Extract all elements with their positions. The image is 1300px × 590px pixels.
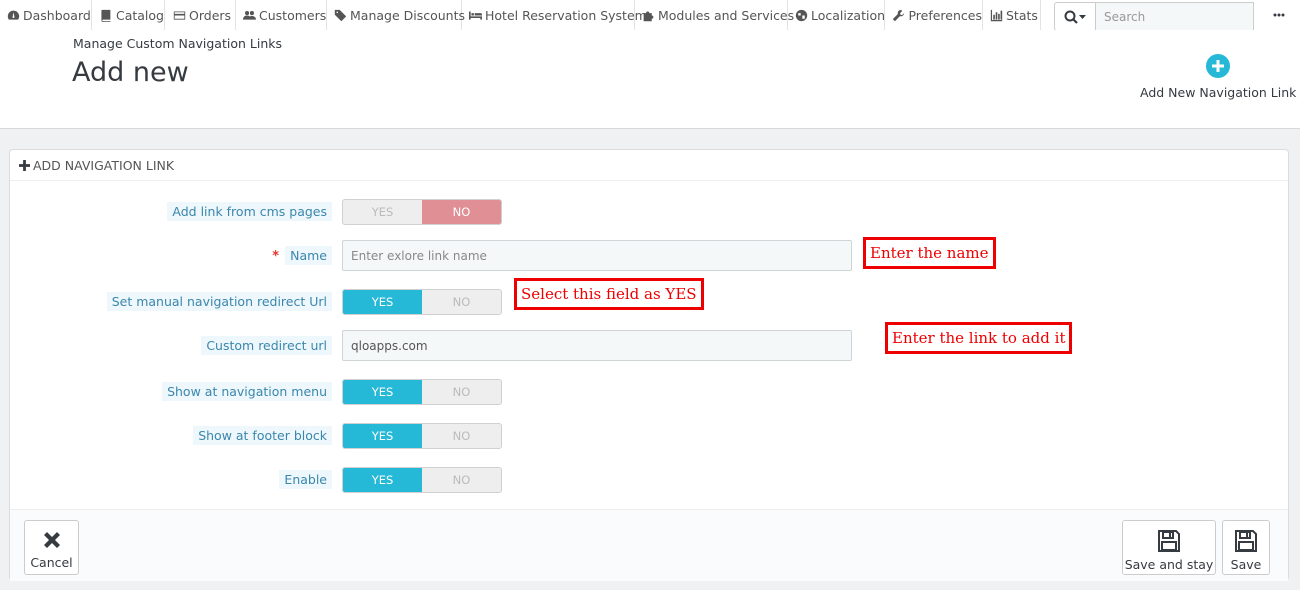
plus-circle-icon (1205, 54, 1230, 78)
cms-pages-label-wrap: Add link from cms pages (10, 202, 332, 222)
search-type-button[interactable] (1054, 2, 1096, 31)
enable-yes[interactable]: YES (343, 468, 422, 492)
manual-redirect-label-wrap: Set manual navigation redirect Url (10, 292, 332, 312)
top-navigation: Dashboard Catalog Orders Customers Manag… (0, 0, 1300, 31)
annotation-enter-name: Enter the name (863, 237, 996, 269)
nav-item-label: Hotel Reservation System (485, 7, 647, 23)
more-options-icon[interactable] (1272, 8, 1286, 22)
nav-item-label: Localization (811, 7, 886, 23)
show-footer-yes[interactable]: YES (343, 424, 422, 448)
panel-heading: ADD NAVIGATION LINK (10, 150, 1288, 181)
cancel-button[interactable]: Cancel (24, 520, 79, 575)
nav-item-label: Catalog (115, 7, 164, 23)
show-footer-no[interactable]: NO (422, 424, 501, 448)
cancel-label: Cancel (30, 555, 73, 570)
show-nav-yes[interactable]: YES (343, 380, 422, 404)
nav-item-label: Orders (189, 7, 232, 23)
nav-item-label: Stats (1006, 7, 1038, 23)
nav-item-label: Manage Discounts (350, 7, 466, 23)
nav-item-preferences[interactable]: Preferences (886, 0, 983, 30)
enable-label-wrap: Enable (10, 470, 332, 490)
enable-no[interactable]: NO (422, 468, 501, 492)
close-icon (43, 532, 60, 548)
required-mark: * (272, 249, 280, 264)
nav-item-label: Modules and Services (658, 7, 795, 23)
users-icon (243, 8, 256, 22)
book-icon (99, 8, 113, 22)
save-label: Save (1230, 557, 1262, 572)
save-and-stay-label: Save and stay (1124, 557, 1214, 572)
manual-redirect-switch[interactable]: YES NO (342, 289, 502, 315)
enable-label: Enable (279, 470, 332, 489)
cms-pages-yes[interactable]: YES (343, 200, 422, 224)
manual-redirect-yes[interactable]: YES (343, 290, 422, 314)
panel-heading-text: ADD NAVIGATION LINK (33, 157, 175, 173)
save-and-stay-button[interactable]: Save and stay (1122, 520, 1216, 575)
panel-footer: Cancel Save and stay Save (10, 509, 1288, 581)
page-header: Manage Custom Navigation Links Add new A… (0, 30, 1300, 129)
show-nav-label-wrap: Show at navigation menu (10, 382, 332, 402)
nav-item-label: Preferences (908, 7, 982, 23)
bar-chart-icon (989, 8, 1003, 22)
bed-icon (469, 8, 482, 22)
nav-item-dashboard[interactable]: Dashboard (0, 0, 92, 30)
add-navigation-link-panel: ADD NAVIGATION LINK Add link from cms pa… (9, 149, 1289, 581)
custom-url-label: Custom redirect url (201, 336, 332, 355)
tags-icon (334, 8, 347, 22)
page-title: Add new (72, 57, 189, 88)
nav-item-label: Dashboard (23, 7, 91, 23)
annotation-select-yes: Select this field as YES (514, 278, 704, 310)
credit-card-icon (172, 8, 186, 22)
custom-url-label-wrap: Custom redirect url (10, 336, 332, 356)
show-footer-label: Show at footer block (193, 426, 332, 445)
enable-switch[interactable]: YES NO (342, 467, 502, 493)
cms-pages-label: Add link from cms pages (167, 202, 332, 221)
add-new-navigation-link-button[interactable]: Add New Navigation Link (1140, 54, 1297, 100)
cms-pages-no[interactable]: NO (422, 200, 501, 224)
annotation-enter-link: Enter the link to add it (885, 322, 1073, 354)
manual-redirect-label: Set manual navigation redirect Url (106, 292, 332, 311)
nav-item-customers[interactable]: Customers (237, 0, 327, 30)
nav-item-modules[interactable]: Modules and Services (636, 0, 794, 30)
cms-pages-switch[interactable]: YES NO (342, 199, 502, 225)
nav-item-stats[interactable]: Stats (983, 0, 1041, 30)
plus-icon (19, 159, 30, 171)
show-footer-label-wrap: Show at footer block (10, 426, 332, 446)
save-icon (1158, 530, 1180, 552)
show-nav-no[interactable]: NO (422, 380, 501, 404)
puzzle-icon (642, 8, 655, 22)
dashboard-icon (6, 8, 20, 22)
nav-item-manage-discounts[interactable]: Manage Discounts (328, 0, 466, 30)
wrench-icon (892, 8, 905, 22)
globe-icon (795, 8, 808, 22)
nav-item-label: Customers (259, 7, 327, 23)
save-icon (1235, 530, 1257, 552)
show-footer-switch[interactable]: YES NO (342, 423, 502, 449)
custom-url-input[interactable] (342, 330, 852, 361)
nav-item-hotel-reservation[interactable]: Hotel Reservation System (463, 0, 647, 30)
nav-item-orders[interactable]: Orders (166, 0, 236, 30)
save-button[interactable]: Save (1222, 520, 1270, 575)
nav-item-localization[interactable]: Localization (789, 0, 885, 30)
breadcrumb[interactable]: Manage Custom Navigation Links (73, 36, 282, 51)
nav-item-catalog[interactable]: Catalog (93, 0, 165, 30)
add-new-navigation-link-label: Add New Navigation Link (1140, 85, 1297, 100)
show-nav-label: Show at navigation menu (162, 382, 332, 401)
name-label-wrap: * Name (10, 246, 332, 266)
name-input[interactable] (342, 240, 852, 271)
search-icon (1064, 10, 1086, 24)
show-nav-switch[interactable]: YES NO (342, 379, 502, 405)
search-input[interactable] (1096, 2, 1254, 31)
name-label: Name (285, 246, 332, 265)
manual-redirect-no[interactable]: NO (422, 290, 501, 314)
